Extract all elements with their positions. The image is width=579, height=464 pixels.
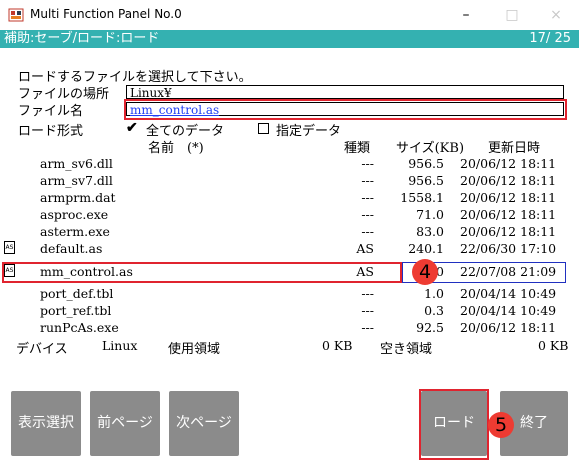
- specified-data-checkbox[interactable]: [258, 123, 269, 134]
- file-row[interactable]: arm_sv7.dll --- 956.5 20/06/12 18:11: [0, 173, 579, 190]
- file-type: ---: [361, 224, 374, 239]
- file-name: armprm.dat: [40, 190, 116, 205]
- load-format-label: ロード形式: [18, 124, 84, 139]
- file-date: 20/06/12 18:11: [460, 156, 557, 171]
- display-select-button[interactable]: 表示選択: [11, 391, 81, 456]
- file-size: 71.0: [416, 207, 444, 222]
- step-4-badge: 4: [412, 259, 438, 285]
- file-date: 20/06/12 18:11: [460, 190, 557, 205]
- file-date: 20/04/14 10:49: [460, 303, 557, 318]
- next-page-button[interactable]: 次ページ: [169, 391, 239, 456]
- column-type-header[interactable]: 種類: [344, 137, 370, 156]
- prev-page-button[interactable]: 前ページ: [90, 391, 160, 456]
- mode-title: 補助:セーブ/ロード:ロード: [4, 31, 160, 46]
- filename-label: ファイル名: [18, 104, 84, 119]
- free-space-value: 0 KB: [538, 338, 569, 353]
- used-space-value: 0 KB: [322, 338, 353, 353]
- file-name: port_ref.tbl: [40, 303, 112, 318]
- file-size: 83.0: [416, 224, 444, 239]
- file-name: default.as: [40, 241, 103, 256]
- specified-data-label: 指定データ: [276, 124, 342, 139]
- file-name: port_def.tbl: [40, 286, 114, 301]
- file-type: ---: [361, 207, 374, 222]
- column-date-header[interactable]: 更新日時: [488, 137, 540, 156]
- file-row[interactable]: asproc.exe --- 71.0 20/06/12 18:11: [0, 207, 579, 224]
- file-size: 92.5: [416, 320, 444, 335]
- file-type: ---: [361, 303, 374, 318]
- file-size: 956.5: [408, 156, 444, 171]
- file-type: AS: [356, 241, 374, 256]
- file-date: 22/06/30 17:10: [460, 241, 557, 256]
- device-value: Linux: [102, 338, 138, 353]
- load-panel: ロードするファイルを選択して下さい。 ファイルの場所 Linux¥ ファイル名 …: [0, 48, 579, 378]
- window-title: Multi Function Panel No.0: [30, 7, 182, 21]
- maximize-button[interactable]: □: [489, 0, 535, 30]
- file-row[interactable]: port_ref.tbl --- 0.3 20/04/14 10:49: [0, 303, 579, 320]
- file-date: 20/06/12 18:11: [460, 207, 557, 222]
- file-type: ---: [361, 156, 374, 171]
- file-date: 20/06/12 18:11: [460, 224, 557, 239]
- column-size-header[interactable]: サイズ(KB): [396, 137, 464, 156]
- mode-bar: 補助:セーブ/ロード:ロード 17/ 25: [0, 30, 579, 48]
- selected-file-highlight: [2, 262, 402, 283]
- main-window: Multi Function Panel No.0 – □ × 補助:セーブ/ロ…: [0, 0, 579, 464]
- free-space-label: 空き領域: [380, 342, 433, 357]
- file-name: arm_sv7.dll: [40, 173, 113, 188]
- file-size: 0.3: [424, 303, 444, 318]
- file-type: ---: [361, 286, 374, 301]
- app-icon: [8, 7, 24, 23]
- close-button[interactable]: ×: [533, 0, 579, 30]
- step-5-badge: 5: [488, 412, 514, 438]
- file-date: 20/04/14 10:49: [460, 286, 557, 301]
- as-file-icon: AS: [4, 241, 15, 254]
- file-row[interactable]: runPcAs.exe --- 92.5 20/06/12 18:11: [0, 320, 579, 337]
- title-bar: Multi Function Panel No.0 – □ ×: [0, 0, 579, 30]
- file-size: 1.0: [424, 286, 444, 301]
- column-name-header[interactable]: 名前 (*): [148, 137, 204, 156]
- file-name: runPcAs.exe: [40, 320, 119, 335]
- file-size: 1558.1: [400, 190, 444, 205]
- filename-highlight: [124, 99, 567, 120]
- button-bar: 表示選択 前ページ 次ページ ロード 終了 5: [0, 378, 579, 464]
- file-type: ---: [361, 173, 374, 188]
- file-type: ---: [361, 320, 374, 335]
- file-row[interactable]: arm_sv6.dll --- 956.5 20/06/12 18:11: [0, 156, 579, 173]
- file-name: asterm.exe: [40, 224, 110, 239]
- file-name: arm_sv6.dll: [40, 156, 113, 171]
- file-size: 956.5: [408, 173, 444, 188]
- minimize-button[interactable]: –: [443, 0, 489, 30]
- file-row[interactable]: asterm.exe --- 83.0 20/06/12 18:11: [0, 224, 579, 241]
- device-label: デバイス: [16, 342, 68, 357]
- page-counter: 17/ 25: [529, 31, 571, 46]
- file-date: 20/06/12 18:11: [460, 173, 557, 188]
- all-data-checkbox[interactable]: ✔: [126, 121, 138, 135]
- used-space-label: 使用領域: [168, 342, 221, 357]
- location-field[interactable]: Linux¥: [126, 85, 564, 100]
- file-type: ---: [361, 190, 374, 205]
- load-button-highlight: [419, 389, 489, 460]
- file-name: asproc.exe: [40, 207, 109, 222]
- file-row[interactable]: armprm.dat --- 1558.1 20/06/12 18:11: [0, 190, 579, 207]
- file-size: 240.1: [408, 241, 444, 256]
- file-row[interactable]: port_def.tbl --- 1.0 20/04/14 10:49: [0, 286, 579, 303]
- file-date: 20/06/12 18:11: [460, 320, 557, 335]
- file-row[interactable]: AS default.as AS 240.1 22/06/30 17:10: [0, 241, 579, 258]
